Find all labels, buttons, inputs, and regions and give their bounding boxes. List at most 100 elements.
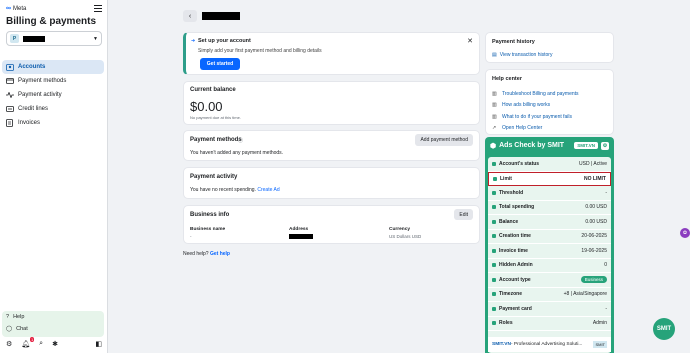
smit-floating-button[interactable]: SMIT	[653, 318, 675, 340]
smit-tag[interactable]: SMIT.VN	[574, 142, 598, 149]
help-link-label: How ads billing works	[502, 102, 551, 109]
help-link-label: What to do if your payment fails	[502, 113, 573, 120]
payment-activity-text: You have no recent spending.	[190, 187, 256, 193]
sidebar-item-credit-lines[interactable]: Credit lines	[2, 102, 104, 116]
row-value: 0.00 USD	[585, 204, 607, 211]
payment-activity-desc: You have no recent spending. Create Ad	[190, 187, 280, 193]
smit-row-invoice-time: Invoice time 19-06-2025	[488, 244, 611, 259]
help-link-how-billing-works[interactable]: ▥ How ads billing works	[492, 100, 579, 112]
row-key: Payment card	[499, 305, 532, 312]
edit-button[interactable]: Edit	[454, 209, 473, 220]
info-circle-icon[interactable]: ⓘ	[238, 137, 243, 144]
need-help-text: Need help?	[183, 251, 209, 257]
get-help-link[interactable]: Get help	[210, 251, 230, 257]
get-started-button[interactable]: Get started	[200, 58, 240, 70]
hamburger-menu-icon[interactable]	[94, 5, 102, 13]
row-key: Threshold	[499, 189, 524, 196]
row-value: Admin	[592, 320, 607, 327]
meta-logo[interactable]: ∞ Meta	[6, 5, 26, 12]
create-ad-link[interactable]: Create Ad	[257, 187, 279, 193]
history-icon: ▤	[492, 52, 497, 58]
smit-row-limit: Limit NO LIMIT	[488, 171, 611, 186]
payment-methods-card: Payment methods ⓘ You haven't added any …	[183, 130, 480, 161]
smit-details: Account's status USD | Active Limit NO LIM…	[488, 157, 611, 353]
currency-label: Currency	[389, 227, 411, 232]
row-key: Hidden Admin	[499, 262, 533, 269]
sidebar-nav: Accounts Payment methods Payment activit…	[2, 60, 104, 130]
row-value: NO LIMIT	[584, 175, 606, 182]
globe-icon	[492, 292, 496, 297]
sidebar-item-label: Payment methods	[18, 78, 67, 84]
row-key: Roles	[499, 320, 513, 327]
help-link-troubleshoot[interactable]: ▥ Troubleshoot Billing and payments	[492, 88, 579, 100]
type-icon	[492, 277, 496, 282]
invoice-icon	[5, 119, 14, 127]
row-value: -	[605, 305, 607, 312]
row-key: Total spending	[499, 204, 535, 211]
sidebar-item-label: Payment activity	[18, 92, 62, 98]
chat-label: Chat	[16, 326, 28, 332]
smit-row-balance: Balance 0.00 USD	[488, 215, 611, 230]
gear-icon[interactable]: ⚙	[601, 141, 609, 150]
clock-icon	[492, 248, 496, 253]
row-value: -	[605, 189, 607, 196]
sidebar-item-payment-activity[interactable]: Payment activity	[2, 88, 104, 102]
business-name-label: Business name	[190, 227, 226, 232]
account-icon	[5, 63, 14, 71]
sidebar-item-invoices[interactable]: Invoices	[2, 116, 104, 130]
row-key: Account type	[499, 276, 531, 283]
sidebar-item-label: Credit lines	[18, 106, 49, 112]
chat-item[interactable]: ◯ Chat	[2, 323, 104, 335]
setup-account-card: ➜ Set up your account Simply add your fi…	[183, 32, 480, 75]
row-value: 0	[604, 262, 607, 269]
business-info-title: Business info	[190, 212, 230, 218]
account-avatar: P	[10, 34, 19, 43]
balance-amount: $0.00	[190, 99, 223, 114]
threshold-icon	[492, 190, 496, 195]
payment-methods-desc: You haven't added any payment methods.	[190, 150, 284, 156]
row-value: +8 | Asia/Singapore	[563, 291, 607, 298]
help-link-label: Troubleshoot Billing and payments	[502, 90, 579, 97]
help-link-payment-fails[interactable]: ▥ What to do if your payment fails	[492, 111, 579, 123]
row-key: Balance	[499, 218, 519, 225]
extension-bubble-icon[interactable]: ✿	[680, 228, 690, 238]
account-name-redacted	[23, 35, 45, 42]
account-type-badge: Business	[580, 276, 607, 284]
gear-icon[interactable]: ⚙	[6, 340, 12, 348]
smit-row-timezone: Timezone +8 | Asia/Singapore	[488, 288, 611, 302]
add-payment-method-button[interactable]: Add payment method	[415, 134, 473, 146]
roles-icon	[492, 321, 496, 326]
collapse-sidebar-icon[interactable]: ◧	[95, 340, 102, 348]
close-icon[interactable]: ✕	[467, 37, 473, 45]
row-value: 20-06-2025	[581, 233, 607, 240]
current-balance-card: Current balance $0.00 No payment due at …	[183, 81, 480, 125]
view-history-label: View transaction history	[499, 52, 553, 58]
sidebar-item-label: Invoices	[18, 120, 41, 126]
account-title-redacted	[202, 12, 240, 20]
bug-icon[interactable]: ✱	[52, 340, 58, 348]
help-link-label: Open Help Center	[502, 125, 543, 132]
smit-row-roles: Roles Admin	[488, 317, 611, 331]
question-icon: ?	[6, 314, 10, 320]
row-key: Limit	[500, 175, 512, 182]
smit-footer-logo: SMIT	[593, 341, 607, 348]
back-button[interactable]: ‹	[183, 10, 197, 22]
book-icon: ▥	[492, 113, 497, 120]
card-icon	[5, 77, 14, 85]
info-icon: ➜	[191, 38, 196, 44]
bell-icon[interactable]: 🔔︎ 1	[21, 337, 35, 348]
balance-icon	[492, 219, 496, 224]
help-item[interactable]: ? Help	[2, 311, 104, 323]
search-icon[interactable]: ⌕	[39, 340, 43, 348]
view-transaction-history-link[interactable]: ▤ View transaction history	[492, 52, 552, 58]
sidebar-item-payment-methods[interactable]: Payment methods	[2, 74, 104, 88]
help-link-open-help-center[interactable]: ↗ Open Help Center	[492, 123, 579, 135]
account-selector[interactable]: P ▼	[6, 31, 102, 46]
admin-icon	[492, 263, 496, 268]
sidebar-item-accounts[interactable]: Accounts	[2, 60, 104, 74]
balance-title: Current balance	[190, 87, 236, 93]
currency-field: Currency US Dollars USD	[389, 227, 421, 239]
smit-footer[interactable]: SMIT.VN - Professional Advertising Solut…	[488, 337, 611, 352]
smit-footer-brand: SMIT.VN	[492, 342, 511, 347]
notification-badge: 1	[29, 337, 35, 342]
